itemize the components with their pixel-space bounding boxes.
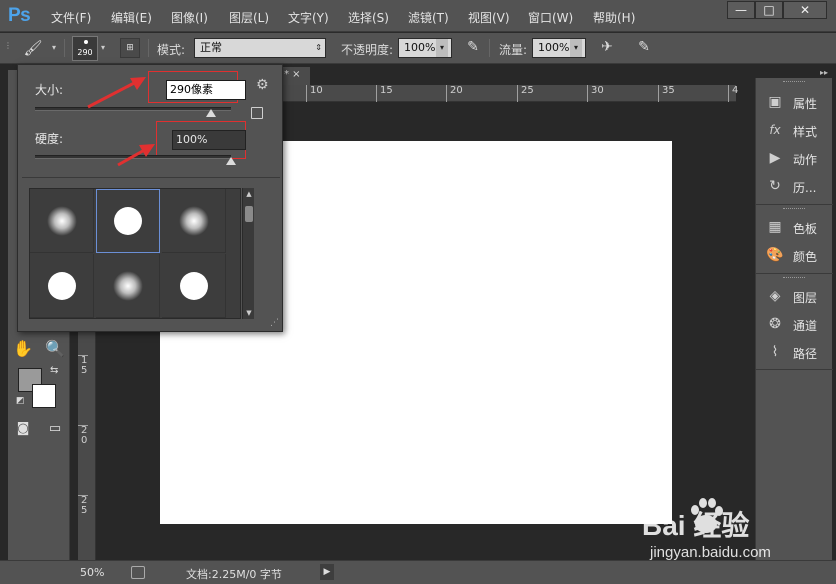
watermark-brand: Bai 经验 [642,510,750,541]
photoshop-window: Ps 文件(F) 编辑(E) 图像(I) 图层(L) 文字(Y) 选择(S) 滤… [0,0,836,584]
baidu-jingyan-watermark: Bai 经验 jingyan.baidu.com [640,492,832,578]
watermark-url: jingyan.baidu.com [650,544,771,561]
document-info: 文档:2.25M/0 字节 [186,568,282,581]
status-menu-arrow-icon[interactable]: ▶ [320,564,334,580]
zoom-level[interactable]: 50% [80,566,104,579]
document-profile-icon[interactable] [131,566,145,579]
size-arrow-icon [87,78,141,109]
